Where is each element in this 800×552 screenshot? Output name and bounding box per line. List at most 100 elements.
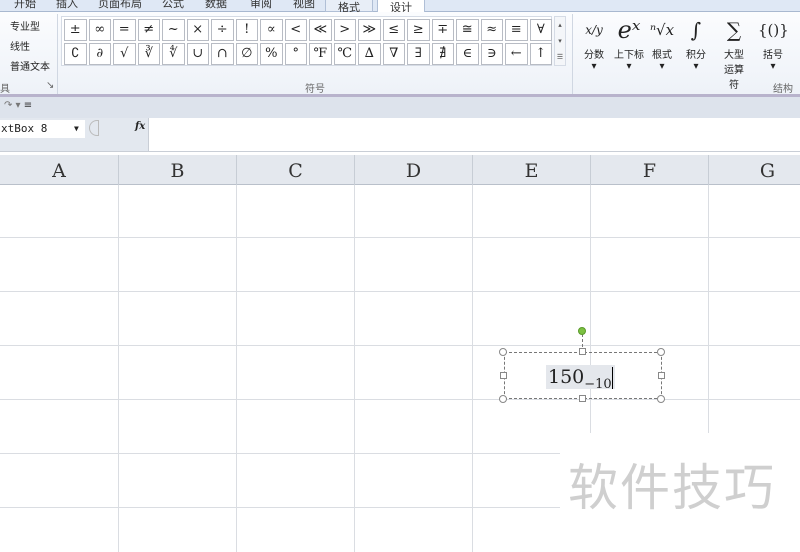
column-headers: ABCDEFG	[0, 155, 800, 185]
symbol-button[interactable]: ∇	[382, 43, 405, 65]
symbol-button[interactable]: ∩	[211, 43, 234, 65]
watermark: 软件技巧	[560, 433, 800, 552]
symbols-group-label: 符号	[305, 84, 325, 95]
symbol-gallery: ± ∞ = ≠ ~ × ÷! ∝ < ≪ > ≫ ≤ ≥ ∓ ≅ ≈ ≡ ∀ ∁ ∂ √ ∛ ∜ ∪ ∩ ∅% ° ℉ ℃ ∆ ∇ ∃ ∄ ∈ ∋ ← ↑	[61, 16, 552, 66]
symbol-button[interactable]: ∋	[480, 43, 503, 65]
gridline	[0, 399, 800, 400]
professional-button[interactable]: 专业型	[0, 18, 50, 38]
formula-bar: xtBox 8 ▼ fx	[0, 118, 800, 152]
gallery-scroll[interactable]: ▴ ▾ ☰	[554, 16, 566, 66]
symbol-button[interactable]: ±	[64, 19, 87, 41]
rotate-handle[interactable]	[578, 327, 586, 335]
symbol-button[interactable]: ∝	[260, 19, 283, 41]
symbol-button[interactable]: <	[284, 19, 307, 41]
tab-insert[interactable]: 插入	[56, 0, 78, 11]
equation-textbox[interactable]: 150−10	[504, 352, 662, 399]
symbol-button[interactable]: ≫	[358, 19, 381, 41]
chevron-down-icon[interactable]: ▼	[74, 120, 79, 138]
symbol-button[interactable]: ∓	[431, 19, 454, 41]
more-icon[interactable]: ☰	[555, 49, 565, 65]
symbol-button[interactable]: %	[260, 43, 283, 65]
resize-handle[interactable]	[658, 372, 665, 379]
symbol-button[interactable]: >	[333, 19, 356, 41]
symbol-button[interactable]: ∃	[407, 43, 430, 65]
tab-home[interactable]: 开始	[14, 0, 36, 11]
symbol-button[interactable]: ≠	[137, 19, 160, 41]
symbol-button[interactable]: ≡	[505, 19, 528, 41]
fraction-button[interactable]: x/y 分数 ▾	[582, 14, 606, 72]
name-box[interactable]: xtBox 8 ▼	[0, 120, 85, 138]
tab-design[interactable]: 设计	[377, 0, 425, 14]
symbol-button[interactable]: ×	[186, 19, 209, 41]
insert-function-icon[interactable]: fx	[135, 121, 145, 132]
symbol-button[interactable]: ∈	[456, 43, 479, 65]
large-operator-button[interactable]: ∑ 大型运算符	[714, 14, 754, 91]
radical-button[interactable]: ⁿ√x 根式 ▾	[648, 14, 676, 72]
symbol-button[interactable]: √	[113, 43, 136, 65]
redo-icon[interactable]: ↷ ▾	[4, 100, 21, 111]
resize-handle[interactable]	[500, 372, 507, 379]
symbol-button[interactable]: !	[235, 19, 258, 41]
symbol-button[interactable]: ≤	[382, 19, 405, 41]
resize-handle[interactable]	[657, 395, 665, 403]
gridline	[236, 185, 237, 552]
symbol-button[interactable]: ∪	[186, 43, 209, 65]
formula-input[interactable]	[148, 118, 800, 151]
script-button[interactable]: eˣ 上下标 ▾	[612, 14, 646, 72]
dialog-launcher-icon[interactable]: ↘	[46, 80, 54, 91]
symbol-button[interactable]: ℉	[309, 43, 332, 65]
column-header-g[interactable]: G	[709, 155, 800, 185]
script-icon: eˣ	[617, 16, 641, 44]
resize-handle[interactable]	[579, 348, 586, 355]
symbol-button[interactable]: ℃	[333, 43, 356, 65]
resize-handle[interactable]	[499, 348, 507, 356]
column-header-c[interactable]: C	[237, 155, 355, 185]
bracket-button[interactable]: {()} 括号 ▾	[758, 14, 789, 72]
bracket-icon: {()}	[758, 21, 789, 39]
tab-format[interactable]: 格式	[325, 0, 373, 14]
symbol-button[interactable]: ∄	[431, 43, 454, 65]
column-header-b[interactable]: B	[119, 155, 237, 185]
tab-data[interactable]: 数据	[205, 0, 227, 11]
symbol-button[interactable]: ∁	[64, 43, 87, 65]
symbol-button[interactable]: ≥	[407, 19, 430, 41]
divider	[572, 14, 573, 94]
tab-formulas[interactable]: 公式	[162, 0, 184, 11]
symbol-button[interactable]: ∂	[88, 43, 111, 65]
scroll-up-icon[interactable]: ▴	[555, 17, 565, 33]
symbol-button[interactable]: ∀	[529, 19, 552, 41]
tools-group: 专业型 线性 普通文本	[0, 18, 50, 78]
symbol-button[interactable]: ≅	[456, 19, 479, 41]
resize-handle[interactable]	[499, 395, 507, 403]
column-header-e[interactable]: E	[473, 155, 591, 185]
column-header-a[interactable]: A	[0, 155, 119, 185]
symbol-button[interactable]: ~	[162, 19, 185, 41]
equation-base: 150	[548, 366, 585, 388]
resize-handle[interactable]	[89, 120, 99, 136]
tab-review[interactable]: 审阅	[250, 0, 272, 11]
symbol-button[interactable]: °	[284, 43, 307, 65]
column-header-f[interactable]: F	[591, 155, 709, 185]
equation[interactable]: 150−10	[546, 365, 615, 392]
symbol-button[interactable]: =	[113, 19, 136, 41]
symbol-button[interactable]: ↑	[529, 43, 552, 65]
symbol-button[interactable]: ∜	[162, 43, 185, 65]
scroll-down-icon[interactable]: ▾	[555, 33, 565, 49]
symbol-button[interactable]: ∅	[235, 43, 258, 65]
symbol-button[interactable]: ≪	[309, 19, 332, 41]
symbol-button[interactable]: ≈	[480, 19, 503, 41]
normal-text-button[interactable]: 普通文本	[0, 58, 50, 78]
linear-button[interactable]: 线性	[0, 38, 50, 58]
symbol-button[interactable]: ÷	[211, 19, 234, 41]
resize-handle[interactable]	[579, 395, 586, 402]
tab-page-layout[interactable]: 页面布局	[98, 0, 142, 11]
integral-button[interactable]: ∫ 积分 ▾	[682, 14, 710, 72]
symbol-button[interactable]: ∞	[88, 19, 111, 41]
resize-handle[interactable]	[657, 348, 665, 356]
symbol-button[interactable]: ∆	[358, 43, 381, 65]
customize-icon[interactable]: ≡	[24, 100, 32, 111]
symbol-button[interactable]: ←	[505, 43, 528, 65]
tab-view[interactable]: 视图	[293, 0, 315, 11]
column-header-d[interactable]: D	[355, 155, 473, 185]
symbol-button[interactable]: ∛	[137, 43, 160, 65]
